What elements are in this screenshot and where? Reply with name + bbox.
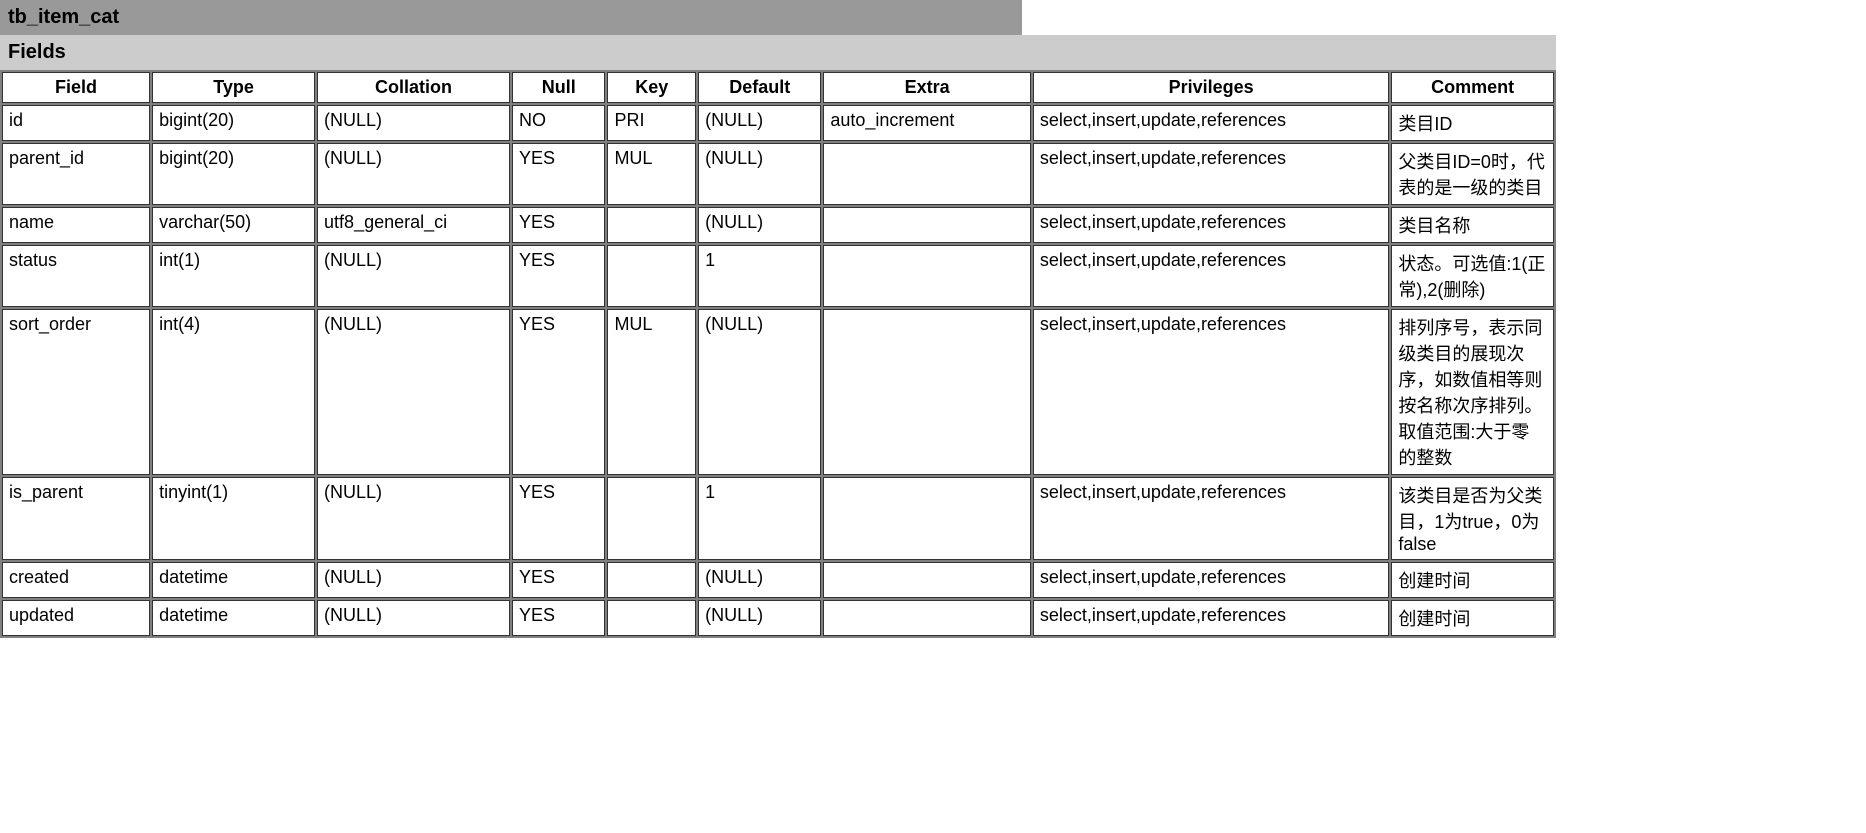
cell-privileges: select,insert,update,references (1033, 207, 1390, 243)
header-type: Type (152, 72, 315, 103)
cell-collation: (NULL) (317, 309, 510, 475)
cell-collation: (NULL) (317, 477, 510, 560)
cell-key (607, 245, 696, 307)
cell-extra (823, 143, 1030, 205)
cell-key: PRI (607, 105, 696, 141)
cell-collation: (NULL) (317, 245, 510, 307)
cell-privileges: select,insert,update,references (1033, 600, 1390, 636)
cell-collation: (NULL) (317, 105, 510, 141)
cell-comment: 创建时间 (1391, 562, 1554, 598)
cell-extra (823, 477, 1030, 560)
cell-extra (823, 600, 1030, 636)
cell-null: YES (512, 245, 605, 307)
cell-key (607, 207, 696, 243)
cell-field: id (2, 105, 150, 141)
cell-type: int(4) (152, 309, 315, 475)
header-key: Key (607, 72, 696, 103)
cell-field: parent_id (2, 143, 150, 205)
cell-collation: utf8_general_ci (317, 207, 510, 243)
header-comment: Comment (1391, 72, 1554, 103)
table-row: statusint(1)(NULL)YES 1 select,insert,upda… (2, 245, 1554, 307)
cell-default: (NULL) (698, 143, 821, 205)
cell-key (607, 562, 696, 598)
table-row: namevarchar(50)utf8_general_ciYES (NULL) s… (2, 207, 1554, 243)
cell-default: 1 (698, 245, 821, 307)
cell-field: updated (2, 600, 150, 636)
table-row: is_parenttinyint(1)(NULL)YES 1 select,inse… (2, 477, 1554, 560)
cell-collation: (NULL) (317, 562, 510, 598)
cell-null: YES (512, 562, 605, 598)
cell-privileges: select,insert,update,references (1033, 562, 1390, 598)
cell-key (607, 600, 696, 636)
table-row: updateddatetime(NULL)YES(NULL)select,ins… (2, 600, 1554, 636)
cell-null: YES (512, 309, 605, 475)
cell-default: (NULL) (698, 600, 821, 636)
cell-privileges: select,insert,update,references (1033, 245, 1390, 307)
cell-default: (NULL) (698, 105, 821, 141)
header-extra: Extra (823, 72, 1030, 103)
section-header: Fields (0, 35, 1556, 70)
table-title: tb_item_cat (0, 0, 1022, 35)
cell-default: (NULL) (698, 309, 821, 475)
cell-type: bigint(20) (152, 143, 315, 205)
table-row: idbigint(20)(NULL)NOPRI(NULL)auto_increm… (2, 105, 1554, 141)
cell-extra (823, 207, 1030, 243)
table-row: createddatetime(NULL)YES(NULL)select,ins… (2, 562, 1554, 598)
cell-null: YES (512, 207, 605, 243)
cell-type: tinyint(1) (152, 477, 315, 560)
cell-comment: 创建时间 (1391, 600, 1554, 636)
header-row: Field Type Collation Null Key Default Ex… (2, 72, 1554, 103)
fields-table: Field Type Collation Null Key Default Ex… (0, 70, 1556, 638)
cell-extra: auto_increment (823, 105, 1030, 141)
header-default: Default (698, 72, 821, 103)
header-collation: Collation (317, 72, 510, 103)
table-row: parent_idbigint(20)(NULL)YESMUL(NULL)sel… (2, 143, 1554, 205)
cell-privileges: select,insert,update,references (1033, 477, 1390, 560)
cell-field: sort_order (2, 309, 150, 475)
cell-type: datetime (152, 562, 315, 598)
header-privileges: Privileges (1033, 72, 1390, 103)
cell-null: YES (512, 477, 605, 560)
cell-field: created (2, 562, 150, 598)
cell-null: YES (512, 143, 605, 205)
cell-null: YES (512, 600, 605, 636)
cell-comment: 父类目ID=0时，代表的是一级的类目 (1391, 143, 1554, 205)
cell-privileges: select,insert,update,references (1033, 309, 1390, 475)
cell-type: varchar(50) (152, 207, 315, 243)
cell-type: datetime (152, 600, 315, 636)
cell-comment: 该类目是否为父类目，1为true，0为false (1391, 477, 1554, 560)
table-row: sort_orderint(4)(NULL)YESMUL(NULL)select… (2, 309, 1554, 475)
cell-collation: (NULL) (317, 600, 510, 636)
cell-null: NO (512, 105, 605, 141)
cell-default: (NULL) (698, 562, 821, 598)
cell-comment: 类目名称 (1391, 207, 1554, 243)
header-field: Field (2, 72, 150, 103)
cell-field: status (2, 245, 150, 307)
cell-field: is_parent (2, 477, 150, 560)
cell-key: MUL (607, 309, 696, 475)
cell-key: MUL (607, 143, 696, 205)
cell-privileges: select,insert,update,references (1033, 143, 1390, 205)
cell-privileges: select,insert,update,references (1033, 105, 1390, 141)
cell-comment: 状态。可选值:1(正常),2(删除) (1391, 245, 1554, 307)
cell-comment: 排列序号，表示同级类目的展现次序，如数值相等则按名称次序排列。取值范围:大于零的… (1391, 309, 1554, 475)
cell-comment: 类目ID (1391, 105, 1554, 141)
cell-default: 1 (698, 477, 821, 560)
cell-extra (823, 562, 1030, 598)
cell-extra (823, 309, 1030, 475)
header-null: Null (512, 72, 605, 103)
cell-type: bigint(20) (152, 105, 315, 141)
cell-key (607, 477, 696, 560)
cell-extra (823, 245, 1030, 307)
cell-type: int(1) (152, 245, 315, 307)
cell-field: name (2, 207, 150, 243)
cell-collation: (NULL) (317, 143, 510, 205)
cell-default: (NULL) (698, 207, 821, 243)
